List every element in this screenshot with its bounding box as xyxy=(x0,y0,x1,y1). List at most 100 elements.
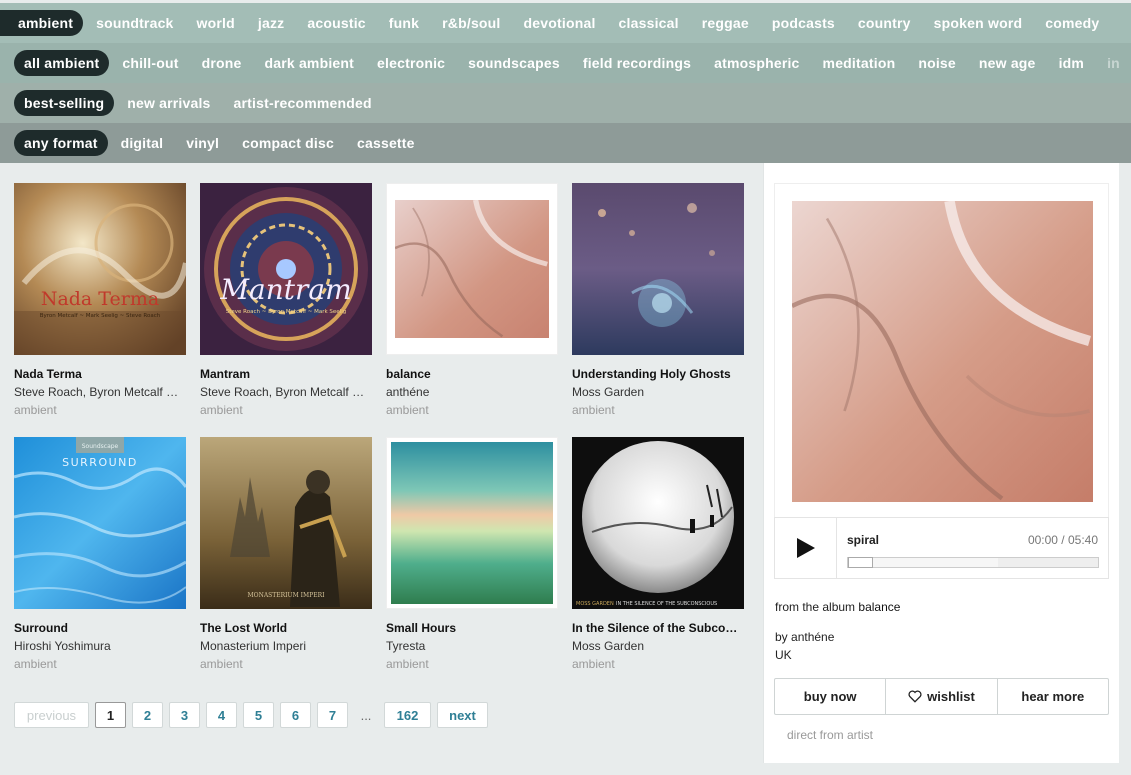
from-album-link[interactable]: balance xyxy=(858,600,900,614)
album-title[interactable]: Understanding Holy Ghosts xyxy=(572,367,744,381)
subgenre-noise[interactable]: noise xyxy=(908,50,966,76)
sort-new-arrivals[interactable]: new arrivals xyxy=(117,90,220,116)
page-5-button[interactable]: 5 xyxy=(243,702,274,728)
genre-world[interactable]: world xyxy=(187,10,245,36)
hear-more-button[interactable]: hear more xyxy=(998,679,1108,714)
audio-player: spiral 00:00 / 05:40 xyxy=(774,517,1109,579)
page-6-button[interactable]: 6 xyxy=(280,702,311,728)
genre-comedy[interactable]: comedy xyxy=(1035,10,1109,36)
play-button[interactable] xyxy=(775,518,837,578)
wishlist-button[interactable]: wishlist xyxy=(886,679,998,714)
subgenre-electronic[interactable]: electronic xyxy=(367,50,455,76)
genre-jazz[interactable]: jazz xyxy=(248,10,294,36)
subgenre-atmospheric[interactable]: atmospheric xyxy=(704,50,809,76)
album-title[interactable]: Nada Terma xyxy=(14,367,186,381)
album-card[interactable]: Soundscape SURROUND Surround Hiroshi Yos… xyxy=(14,437,186,671)
album-card[interactable]: MOSS GARDEN IN THE SILENCE OF THE SUBCON… xyxy=(572,437,744,671)
progress-thumb[interactable] xyxy=(848,557,873,568)
page-7-button[interactable]: 7 xyxy=(317,702,348,728)
album-card[interactable]: balance anthéne ambient xyxy=(386,183,558,417)
album-card[interactable]: Understanding Holy Ghosts Moss Garden am… xyxy=(572,183,744,417)
subgenre-new-age[interactable]: new age xyxy=(969,50,1046,76)
album-art[interactable] xyxy=(386,437,558,609)
album-detail-panel: spiral 00:00 / 05:40 from the album bala… xyxy=(763,163,1119,763)
action-buttons: buy now wishlist hear more xyxy=(774,678,1109,715)
album-artist[interactable]: Hiroshi Yoshimura xyxy=(14,639,186,653)
by-label: by xyxy=(775,630,788,644)
album-title[interactable]: In the Silence of the Subconscious xyxy=(572,621,744,635)
genre-soundtrack[interactable]: soundtrack xyxy=(86,10,183,36)
album-art[interactable]: Nada Terma Byron Metcalf ~ Mark Seelig ~… xyxy=(14,183,186,355)
format-bar: any format digital vinyl compact disc ca… xyxy=(0,123,1131,163)
format-cassette[interactable]: cassette xyxy=(347,130,425,156)
album-art[interactable]: MOSS GARDEN IN THE SILENCE OF THE SUBCON… xyxy=(572,437,744,609)
album-art-artist-text: MOSS GARDEN xyxy=(576,601,614,607)
genre-country[interactable]: country xyxy=(848,10,921,36)
buy-now-button[interactable]: buy now xyxy=(775,679,887,714)
previous-page-button[interactable]: previous xyxy=(14,702,89,728)
subgenre-overflow[interactable]: in xyxy=(1097,50,1130,76)
genre-ambient[interactable]: ambient xyxy=(0,10,84,36)
progress-bar[interactable] xyxy=(847,557,1099,568)
page-3-button[interactable]: 3 xyxy=(169,702,200,728)
album-title[interactable]: Surround xyxy=(14,621,186,635)
subgenre-field-recordings[interactable]: field recordings xyxy=(573,50,701,76)
album-art[interactable]: Mantram Steve Roach ~ Byron Metcalf ~ Ma… xyxy=(200,183,372,355)
album-art-title-text: Mantram xyxy=(219,273,351,306)
featured-album-art[interactable] xyxy=(774,183,1109,518)
page-4-button[interactable]: 4 xyxy=(206,702,237,728)
album-card[interactable]: MONASTERIUM IMPERI The Lost World Monast… xyxy=(200,437,372,671)
album-genre: ambient xyxy=(572,657,615,671)
album-title[interactable]: balance xyxy=(386,367,558,381)
album-card[interactable]: Mantram Steve Roach ~ Byron Metcalf ~ Ma… xyxy=(200,183,372,417)
subgenre-soundscapes[interactable]: soundscapes xyxy=(458,50,570,76)
sort-artist-recommended[interactable]: artist-recommended xyxy=(224,90,382,116)
genre-devotional[interactable]: devotional xyxy=(514,10,606,36)
album-art[interactable]: Soundscape SURROUND xyxy=(14,437,186,609)
album-artist[interactable]: Steve Roach, Byron Metcalf & Mark Seelig xyxy=(200,385,372,399)
album-artist[interactable]: Moss Garden xyxy=(572,385,744,399)
subgenre-all-ambient[interactable]: all ambient xyxy=(14,50,110,76)
subgenre-idm[interactable]: idm xyxy=(1049,50,1095,76)
track-time: 00:00 / 05:40 xyxy=(1027,533,1098,547)
album-artist[interactable]: Tyresta xyxy=(386,639,558,653)
subgenre-chill-out[interactable]: chill-out xyxy=(112,50,188,76)
album-art[interactable] xyxy=(386,183,558,355)
format-digital[interactable]: digital xyxy=(111,130,174,156)
album-genre: ambient xyxy=(386,403,429,417)
subgenre-dark-ambient[interactable]: dark ambient xyxy=(254,50,364,76)
genre-funk[interactable]: funk xyxy=(379,10,429,36)
album-artist[interactable]: Monasterium Imperi xyxy=(200,639,372,653)
album-art[interactable]: MONASTERIUM IMPERI xyxy=(200,437,372,609)
subgenre-drone[interactable]: drone xyxy=(192,50,252,76)
album-title[interactable]: The Lost World xyxy=(200,621,372,635)
genre-rnb-soul[interactable]: r&b/soul xyxy=(432,10,510,36)
album-card[interactable]: Nada Terma Byron Metcalf ~ Mark Seelig ~… xyxy=(14,183,186,417)
artist-link[interactable]: anthéne xyxy=(791,630,834,644)
page-2-button[interactable]: 2 xyxy=(132,702,163,728)
album-art-title-text: Nada Terma xyxy=(41,288,159,310)
subgenre-meditation[interactable]: meditation xyxy=(813,50,906,76)
artist-location: UK xyxy=(775,648,792,662)
album-title[interactable]: Small Hours xyxy=(386,621,558,635)
album-card[interactable]: Small Hours Tyresta ambient xyxy=(386,437,558,671)
album-artist[interactable]: Steve Roach, Byron Metcalf & Mark Seelig xyxy=(14,385,186,399)
sort-best-selling[interactable]: best-selling xyxy=(14,90,115,116)
last-page-button[interactable]: 162 xyxy=(384,702,431,728)
album-artist[interactable]: Moss Garden xyxy=(572,639,744,653)
album-title[interactable]: Mantram xyxy=(200,367,372,381)
format-compact-disc[interactable]: compact disc xyxy=(232,130,344,156)
next-page-button[interactable]: next xyxy=(437,702,488,728)
genre-acoustic[interactable]: acoustic xyxy=(297,10,375,36)
album-art[interactable] xyxy=(572,183,744,355)
album-genre: ambient xyxy=(200,657,243,671)
direct-from-artist-note: direct from artist xyxy=(787,728,874,742)
album-artist[interactable]: anthéne xyxy=(386,385,558,399)
genre-podcasts[interactable]: podcasts xyxy=(762,10,845,36)
format-vinyl[interactable]: vinyl xyxy=(176,130,229,156)
genre-reggae[interactable]: reggae xyxy=(692,10,759,36)
genre-classical[interactable]: classical xyxy=(609,10,689,36)
page-1-button[interactable]: 1 xyxy=(95,702,126,728)
genre-spoken-word[interactable]: spoken word xyxy=(924,10,1033,36)
format-any[interactable]: any format xyxy=(14,130,108,156)
